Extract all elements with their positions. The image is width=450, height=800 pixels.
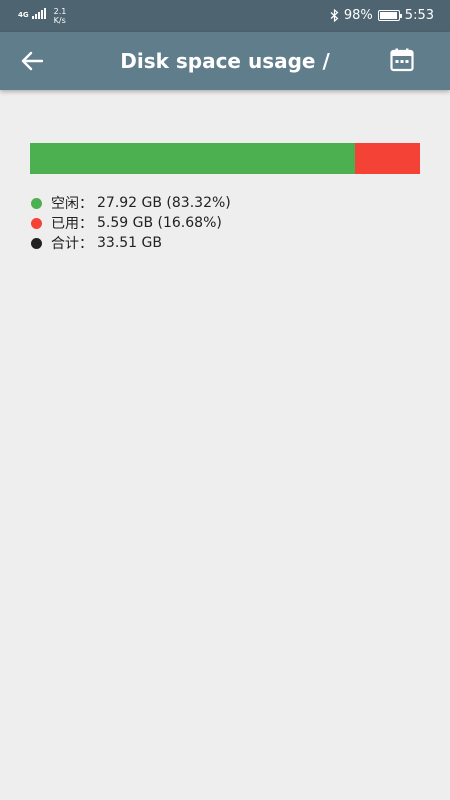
signal-indicator: 4G [18, 7, 46, 19]
calendar-button[interactable] [390, 48, 416, 74]
free-label: 空闲： [51, 196, 93, 212]
network-type: 4G [18, 11, 29, 19]
status-right: 98% 5:53 [330, 8, 434, 23]
app-toolbar: Disk space usage / [0, 32, 450, 90]
battery-percent: 98% [343, 8, 373, 23]
legend-free: 空闲： 27.92 GB (83.32%) [31, 193, 231, 213]
legend-used: 已用： 5.59 GB (16.68%) [31, 213, 231, 233]
speed-value: 2.1 [53, 7, 67, 16]
used-dot-icon [31, 217, 42, 229]
clock: 5:53 [404, 8, 434, 23]
total-label: 合计： [51, 236, 93, 252]
used-value: 5.59 GB (16.68%) [97, 215, 222, 231]
usage-legend: 空闲： 27.92 GB (83.32%) 已用： 5.59 GB (16.68… [31, 193, 231, 253]
used-label: 已用： [51, 216, 93, 232]
page-title: Disk space usage / [120, 49, 330, 73]
free-dot-icon [31, 197, 42, 209]
battery-icon [377, 10, 402, 21]
used-space-segment [354, 143, 420, 174]
calendar-icon [390, 48, 414, 72]
speed-unit: K/s [53, 16, 66, 25]
free-space-segment [30, 143, 355, 174]
status-bar: 4G 2.1 K/s 98% 5:53 [0, 0, 450, 32]
signal-bars-icon [31, 7, 46, 19]
total-dot-icon [31, 237, 42, 249]
free-value: 27.92 GB (83.32%) [97, 195, 231, 211]
disk-usage-bar [30, 143, 420, 174]
network-speed: 2.1 K/s [54, 7, 67, 25]
total-value: 33.51 GB [97, 235, 162, 251]
status-left: 4G 2.1 K/s [18, 7, 66, 25]
bluetooth-icon [330, 9, 339, 22]
legend-total: 合计： 33.51 GB [31, 233, 231, 253]
